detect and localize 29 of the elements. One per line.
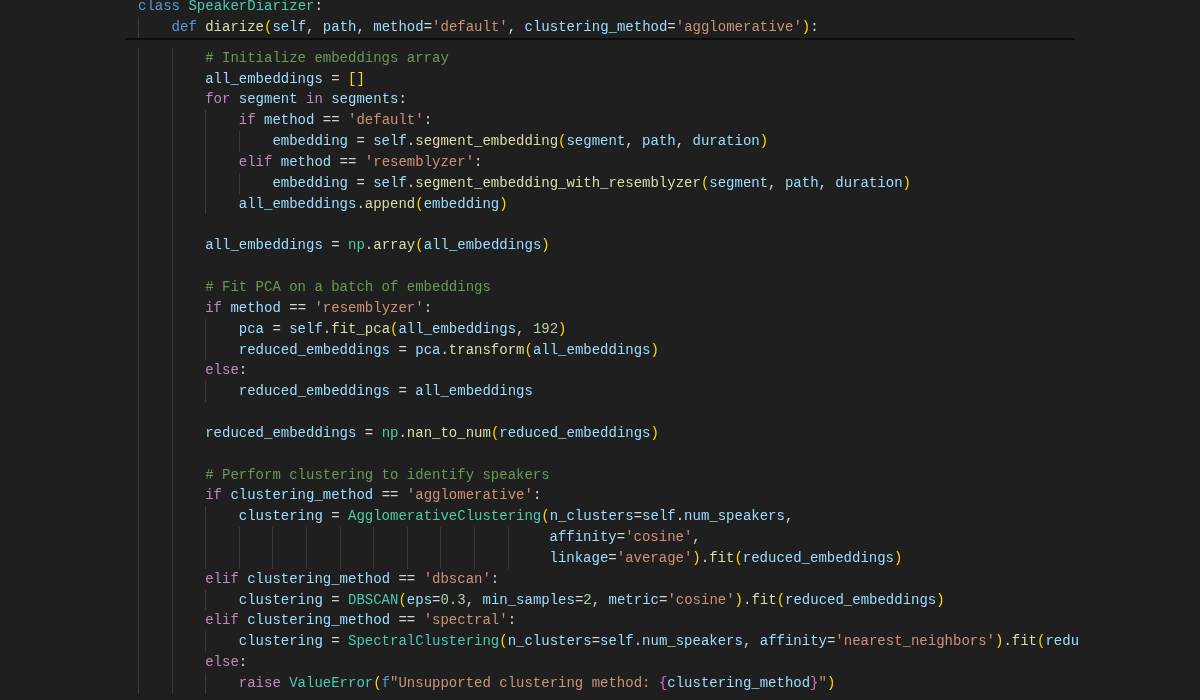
code-line: embedding = self.segment_embedding(segment, path, duration) bbox=[272, 132, 769, 152]
code-line: elif method == 'resemblyzer': bbox=[238, 152, 483, 172]
code-line: affinity='cosine', bbox=[549, 528, 701, 548]
code-line: if clustering_method == 'agglomerative': bbox=[205, 486, 542, 506]
code-line: clustering = AgglomerativeClustering(n_clusters=self.num_speakers, bbox=[238, 507, 794, 527]
code-line: # Perform clustering to identify speakers bbox=[205, 465, 550, 485]
code-line: elif clustering_method == 'spectral': bbox=[205, 611, 517, 631]
code-line: embedding = self.segment_embedding_with_resemblyzer(segment, path, duration) bbox=[272, 173, 911, 193]
code-line: for segment in segments: bbox=[205, 90, 407, 110]
code-line: linkage='average').fit(reduced_embeddings) bbox=[549, 548, 903, 568]
code-line: reduced_embeddings = pca.transform(all_embeddings) bbox=[238, 340, 659, 360]
code-line: all_embeddings = [] bbox=[205, 69, 365, 89]
code-line: else: bbox=[205, 361, 248, 381]
code-line: raise ValueError(f"Unsupported clustering method: {clustering_method}") bbox=[238, 674, 836, 693]
code-line: # Initialize embeddings array bbox=[205, 48, 449, 68]
code-line: if method == 'resemblyzer': bbox=[205, 298, 433, 318]
code-line: else: bbox=[205, 653, 248, 673]
code-line: def diarize(self, path, method='default', clustering_method='agglomerative'): bbox=[171, 17, 819, 37]
code-line: reduced_embeddings = all_embeddings bbox=[238, 382, 533, 402]
code-line: clustering = SpectralClustering(n_clusters=self.num_speakers, affinity='nearest_neighbors').fit(redu bbox=[238, 632, 1080, 652]
code-line: clustering = DBSCAN(eps=0.3, min_samples=2, metric='cosine').fit(reduced_embeddings) bbox=[238, 590, 945, 610]
code-line: all_embeddings.append(embedding) bbox=[238, 194, 508, 214]
code-line: pca = self.fit_pca(all_embeddings, 192) bbox=[238, 319, 567, 339]
code-line: elif clustering_method == 'dbscan': bbox=[205, 569, 500, 589]
code-line: all_embeddings = np.array(all_embeddings) bbox=[205, 236, 550, 256]
code-line: class SpeakerDiarizer: bbox=[138, 0, 323, 16]
code-line: # Fit PCA on a batch of embeddings bbox=[205, 277, 491, 297]
code-line: if method == 'default': bbox=[238, 111, 433, 131]
code-line: reduced_embeddings = np.nan_to_num(reduced_embeddings) bbox=[205, 423, 659, 443]
